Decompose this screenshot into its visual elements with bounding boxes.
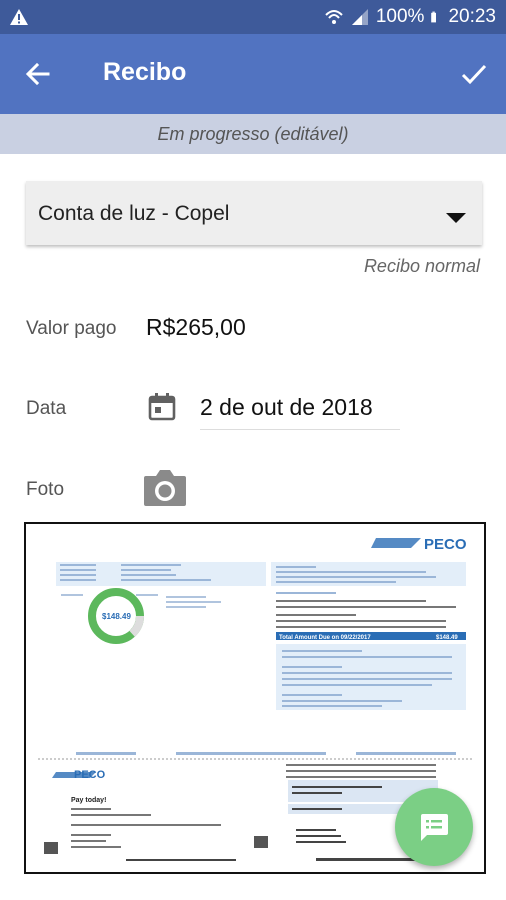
warning-icon bbox=[10, 9, 28, 25]
photo-label: Foto bbox=[26, 479, 65, 500]
status-banner: Em progresso (editável) bbox=[0, 114, 506, 154]
amount-label: Valor pago bbox=[26, 318, 117, 339]
app-bar: Recibo bbox=[0, 34, 506, 114]
camera-icon[interactable] bbox=[142, 466, 188, 508]
svg-text:PECO: PECO bbox=[74, 769, 106, 781]
receipt-total-value: $148.49 bbox=[436, 635, 458, 641]
receipt-brand: PECO bbox=[424, 536, 467, 553]
amount-value[interactable]: R$265,00 bbox=[146, 314, 246, 341]
calendar-icon[interactable] bbox=[147, 392, 177, 422]
clock: 20:23 bbox=[448, 6, 496, 27]
confirm-check-icon[interactable] bbox=[458, 58, 490, 90]
date-underline bbox=[200, 429, 400, 430]
signal-icon bbox=[351, 9, 368, 25]
dropdown-caret-icon bbox=[446, 213, 466, 223]
category-dropdown-value: Conta de luz - Copel bbox=[38, 202, 230, 225]
receipt-pay-today: Pay today! bbox=[71, 797, 106, 804]
category-dropdown[interactable]: Conta de luz - Copel bbox=[26, 181, 482, 245]
receipt-amount-due: $148.49 bbox=[102, 612, 131, 621]
battery-level: 100% bbox=[375, 6, 425, 27]
status-banner-text: Em progresso (editável) bbox=[157, 123, 349, 144]
page-title: Recibo bbox=[103, 58, 187, 86]
date-label: Data bbox=[26, 398, 67, 419]
wifi-icon bbox=[325, 10, 343, 24]
chat-note-icon bbox=[421, 814, 448, 841]
receipt-type-label: Recibo normal bbox=[363, 256, 480, 276]
status-bar: 100% 20:23 bbox=[0, 0, 506, 34]
date-value[interactable]: 2 de out de 2018 bbox=[200, 394, 373, 421]
receipt-total-label: Total Amount Due on 09/22/2017 bbox=[279, 635, 371, 641]
back-arrow-icon[interactable] bbox=[22, 58, 54, 90]
notes-fab-button[interactable] bbox=[395, 788, 473, 866]
battery-icon bbox=[431, 11, 437, 23]
